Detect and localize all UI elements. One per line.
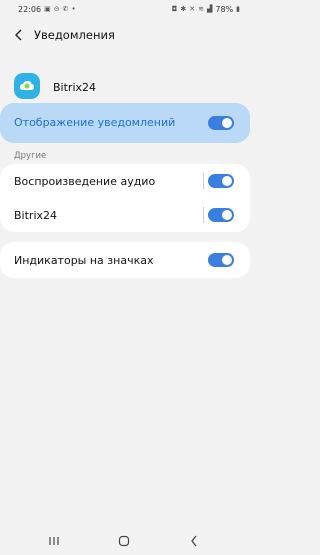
battery-text: 78% bbox=[215, 4, 234, 14]
dot-icon: • bbox=[71, 5, 76, 13]
status-left: 22:06 ▣ ⊝ ✆ • bbox=[18, 4, 76, 14]
home-icon bbox=[118, 535, 130, 547]
nav-back-button[interactable] bbox=[184, 533, 204, 549]
bitrix24-channel-label: Bitrix24 bbox=[14, 209, 58, 222]
battery-icon: ▮ bbox=[236, 5, 240, 13]
alarm-icon: ◘ bbox=[171, 5, 178, 13]
app-name: Bitrix24 bbox=[53, 81, 97, 94]
bitrix24-channel-toggle[interactable] bbox=[208, 208, 234, 222]
recent-apps-icon bbox=[49, 537, 59, 545]
row-divider bbox=[203, 207, 204, 223]
home-button[interactable] bbox=[114, 533, 134, 549]
wifi-icon: ≋ bbox=[198, 5, 204, 13]
audio-playback-toggle[interactable] bbox=[208, 174, 234, 188]
signal-icon: ▟ bbox=[206, 5, 213, 13]
badge-indicators-label: Индикаторы на значках bbox=[14, 254, 154, 267]
notifications-display-row[interactable]: Отображение уведомлений bbox=[0, 103, 250, 143]
notifications-display-toggle[interactable] bbox=[208, 116, 234, 130]
back-button[interactable] bbox=[10, 26, 28, 44]
phone-icon: ✆ bbox=[62, 5, 69, 13]
bitrix24-channel-row[interactable]: Bitrix24 bbox=[0, 198, 250, 232]
bitrix24-app-icon bbox=[14, 73, 40, 99]
notifications-display-label: Отображение уведомлений bbox=[14, 116, 176, 129]
status-bar: 22:06 ▣ ⊝ ✆ • ◘ ✱ ✕ ≋ ▟ 78% ▮ bbox=[0, 0, 250, 18]
mute-icon: ✕ bbox=[189, 5, 196, 13]
other-settings-card: Воспроизведение аудио Bitrix24 bbox=[0, 164, 250, 232]
bluetooth-icon: ✱ bbox=[180, 5, 187, 13]
badge-indicators-row[interactable]: Индикаторы на значках bbox=[0, 243, 250, 277]
app-row: Bitrix24 bbox=[0, 70, 250, 104]
status-right: ◘ ✱ ✕ ≋ ▟ 78% ▮ bbox=[172, 4, 240, 14]
header: Уведомления bbox=[0, 22, 250, 48]
audio-playback-label: Воспроизведение аудио bbox=[14, 175, 156, 188]
gallery-notification-icon: ▣ bbox=[44, 5, 51, 13]
section-header: Другие bbox=[14, 151, 47, 161]
status-time: 22:06 bbox=[18, 4, 42, 14]
back-nav-icon bbox=[191, 535, 197, 547]
row-divider bbox=[203, 173, 204, 189]
audio-playback-row[interactable]: Воспроизведение аудио bbox=[0, 164, 250, 198]
recent-apps-button[interactable] bbox=[44, 533, 64, 549]
badge-card: Индикаторы на значках bbox=[0, 242, 250, 278]
page-title: Уведомления bbox=[34, 28, 115, 42]
dnd-icon: ⊝ bbox=[53, 5, 60, 13]
back-arrow-icon bbox=[15, 29, 22, 41]
badge-indicators-toggle[interactable] bbox=[208, 253, 234, 267]
navigation-bar bbox=[0, 528, 250, 555]
